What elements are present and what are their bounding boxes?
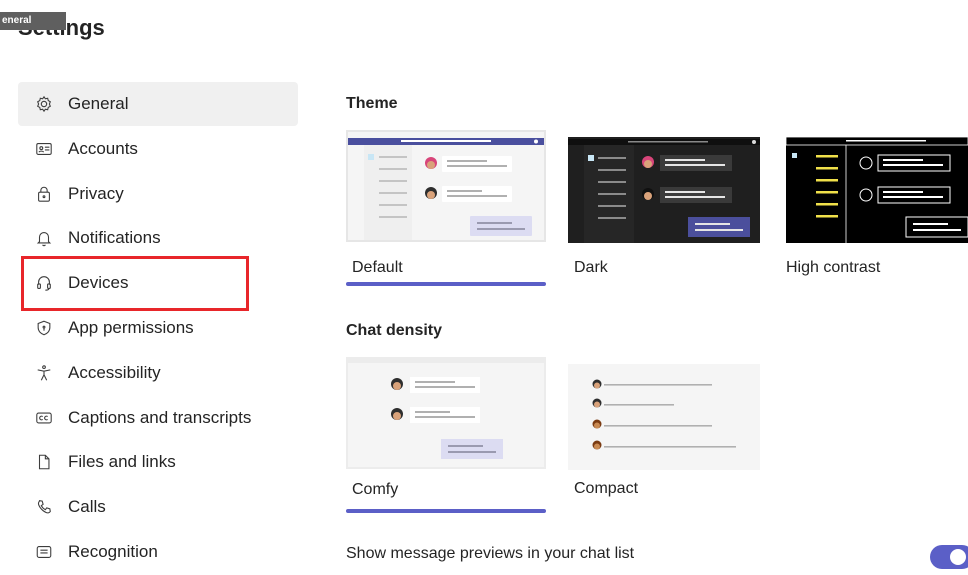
density-option-compact[interactable]: Compact — [568, 364, 760, 504]
sidebar-item-accessibility[interactable]: Accessibility — [18, 351, 298, 395]
shield-icon — [34, 318, 54, 338]
sidebar-item-app-permissions[interactable]: App permissions — [18, 306, 298, 350]
sidebar-item-label: Privacy — [68, 183, 124, 203]
lock-icon — [34, 184, 54, 204]
selected-indicator — [346, 282, 546, 286]
sidebar-item-general[interactable]: General — [18, 82, 298, 126]
density-option-label: Compact — [574, 480, 639, 497]
theme-option-label: Dark — [574, 259, 608, 276]
gear-icon — [34, 94, 54, 114]
tooltip: eneral — [0, 12, 66, 30]
theme-option-label: Default — [352, 259, 403, 276]
sidebar-item-label: Accessibility — [68, 362, 161, 382]
comfy-density-preview — [346, 357, 546, 469]
theme-option-default[interactable]: Default — [346, 130, 546, 288]
sidebar-item-label: Recognition — [68, 541, 158, 561]
file-icon — [34, 452, 54, 472]
devices-highlight — [21, 256, 249, 311]
sidebar-item-label: Accounts — [68, 138, 138, 158]
selected-indicator — [346, 509, 546, 513]
accessibility-icon — [34, 363, 54, 383]
sidebar-item-accounts[interactable]: Accounts — [18, 127, 298, 171]
sidebar-item-label: Calls — [68, 497, 106, 517]
theme-option-dark[interactable]: Dark — [568, 137, 760, 277]
sidebar-item-privacy[interactable]: Privacy — [18, 172, 298, 216]
dark-theme-preview — [568, 137, 760, 243]
sidebar-item-label: Captions and transcripts — [68, 407, 252, 427]
sidebar-item-notifications[interactable]: Notifications — [18, 216, 298, 260]
chat-density-heading: Chat density — [346, 322, 443, 339]
phone-icon — [34, 497, 54, 517]
sidebar-item-label: General — [68, 94, 129, 113]
default-theme-preview — [346, 130, 546, 242]
settings-sidebar: General Accounts Privacy Notifications D… — [18, 82, 298, 575]
theme-option-label: High contrast — [786, 259, 881, 276]
bell-icon — [34, 228, 54, 248]
high-contrast-theme-preview — [786, 137, 968, 243]
cc-icon — [34, 408, 54, 428]
density-option-comfy[interactable]: Comfy — [346, 357, 546, 515]
recognition-icon — [34, 542, 54, 562]
compact-density-preview — [568, 364, 760, 470]
sidebar-item-label: App permissions — [68, 317, 194, 337]
id-card-icon — [34, 139, 54, 159]
message-previews-toggle[interactable] — [930, 545, 968, 569]
sidebar-item-label: Notifications — [68, 228, 161, 248]
sidebar-item-label: Files and links — [68, 452, 176, 472]
density-option-label: Comfy — [352, 481, 399, 498]
sidebar-item-files-and-links[interactable]: Files and links — [18, 440, 298, 484]
theme-option-high-contrast[interactable]: High contrast — [786, 137, 968, 277]
message-previews-label: Show message previews in your chat list — [346, 545, 635, 562]
sidebar-item-captions[interactable]: Captions and transcripts — [18, 396, 298, 440]
theme-heading: Theme — [346, 95, 398, 112]
sidebar-item-recognition[interactable]: Recognition — [18, 530, 298, 574]
sidebar-item-calls[interactable]: Calls — [18, 485, 298, 529]
